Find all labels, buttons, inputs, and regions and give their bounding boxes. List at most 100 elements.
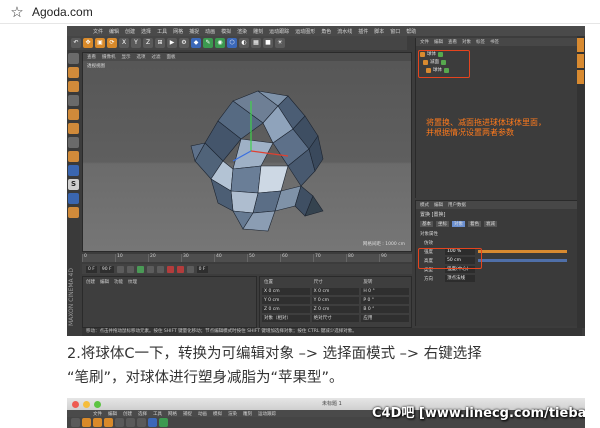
star-icon[interactable]: ☆: [8, 3, 26, 21]
menu-item[interactable]: 渲染: [237, 28, 247, 35]
menu-item[interactable]: 模拟: [213, 411, 222, 417]
menu-item[interactable]: 捕捉: [183, 411, 192, 417]
viewport-menu-item[interactable]: 摄像机: [102, 54, 116, 60]
object-manager-menu: 文件 编辑 查看 对象 标签 书签: [416, 38, 577, 46]
menu-item[interactable]: 运动跟踪: [258, 411, 276, 417]
menu-item[interactable]: 插件: [358, 28, 368, 35]
material-menu-item[interactable]: 编辑: [100, 279, 109, 285]
coord-field[interactable]: P 0 °: [361, 297, 410, 304]
menu-item[interactable]: 渲染: [228, 411, 237, 417]
watermark: C4D吧 [www.linecg.com/tieba/1799]: [372, 406, 585, 421]
c4d-screenshot-2: 未标题 1 文件 编辑 创建 选择 工具 网格 捕捉 动画 模拟 渲染 雕刻 运动跟踪 C4D吧 [w…: [67, 398, 585, 428]
attribute-tab[interactable]: 衰减: [484, 221, 497, 227]
menu-item[interactable]: 选择: [138, 411, 147, 417]
attribute-tab[interactable]: 坐标: [436, 221, 449, 227]
menu-item[interactable]: 捕捉: [189, 28, 199, 35]
array-icon: ⬡: [227, 38, 237, 48]
object-menu-item[interactable]: 标签: [476, 39, 485, 45]
coord-system-icon: ⊞: [155, 38, 165, 48]
coord-field[interactable]: X 0 cm: [311, 288, 360, 295]
menu-item[interactable]: 窗口: [390, 28, 400, 35]
coord-size-mode-select[interactable]: 绝对尺寸: [311, 315, 360, 322]
object-menu-item[interactable]: 查看: [448, 39, 457, 45]
menu-item[interactable]: 模拟: [221, 28, 231, 35]
frame-start-field[interactable]: 0 F: [86, 265, 97, 273]
rotate-tool-icon: [104, 418, 113, 427]
menu-item[interactable]: 文件: [93, 28, 103, 35]
coord-field[interactable]: H 0 °: [361, 288, 410, 295]
menu-item[interactable]: 网格: [173, 28, 183, 35]
menu-item[interactable]: 编辑: [108, 411, 117, 417]
menu-item[interactable]: 文件: [93, 411, 102, 417]
coord-row: Y 0 cm Y 0 cm P 0 °: [262, 297, 410, 304]
objects-tab[interactable]: [577, 38, 584, 52]
apply-button[interactable]: 应用: [361, 315, 410, 322]
material-menu-item[interactable]: 功能: [114, 279, 123, 285]
menu-item[interactable]: 工具: [153, 411, 162, 417]
material-menu-item[interactable]: 创建: [86, 279, 95, 285]
attribute-menu-item[interactable]: 编辑: [434, 202, 443, 208]
attribute-tab[interactable]: 对象: [452, 221, 465, 227]
viewport-menu-item[interactable]: 面板: [167, 54, 176, 60]
first-frame-icon[interactable]: [116, 265, 124, 273]
menu-item[interactable]: 雕刻: [253, 28, 263, 35]
param-slider[interactable]: [478, 259, 567, 262]
coord-mode-row: 对象（相对） 绝对尺寸 应用: [262, 315, 410, 322]
record-icon[interactable]: [166, 265, 174, 273]
c4d-viewport: 查看 摄像机 显示 选项 过滤 面板 透视视图 网格间距: 1000 cm: [82, 52, 412, 252]
menu-item[interactable]: 动画: [205, 28, 215, 35]
object-menu-item[interactable]: 对象: [462, 39, 471, 45]
menu-item[interactable]: 运动图形: [295, 28, 315, 35]
menu-item[interactable]: 工具: [157, 28, 167, 35]
object-highlight-box: [418, 50, 470, 78]
coord-header-size: 尺寸: [313, 280, 323, 285]
menu-item[interactable]: 创建: [123, 411, 132, 417]
material-menu-item[interactable]: 纹理: [128, 279, 137, 285]
coord-field[interactable]: Y 0 cm: [311, 297, 360, 304]
object-menu-item[interactable]: 编辑: [434, 39, 443, 45]
coord-field[interactable]: X 0 cm: [262, 288, 310, 295]
axis-y-icon: [126, 418, 135, 427]
object-menu-item[interactable]: 文件: [420, 39, 429, 45]
keyframe-icon[interactable]: [186, 265, 194, 273]
content-browser-tab[interactable]: [577, 54, 584, 68]
coord-field[interactable]: B 0 °: [361, 306, 410, 313]
coord-field[interactable]: Z 0 cm: [311, 306, 360, 313]
last-frame-icon[interactable]: [156, 265, 164, 273]
c4d-timeline[interactable]: 0 10 20 30 40 50 60 70 80 90: [82, 254, 412, 262]
timeline-tick: 30: [181, 254, 214, 262]
viewport-menu-item[interactable]: 查看: [87, 54, 96, 60]
coord-field[interactable]: Y 0 cm: [262, 297, 310, 304]
menu-item[interactable]: 动画: [198, 411, 207, 417]
menu-item[interactable]: 流水线: [337, 28, 352, 35]
viewport-menu-item[interactable]: 显示: [122, 54, 131, 60]
attribute-tab[interactable]: 着色: [468, 221, 481, 227]
attribute-menu-item[interactable]: 用户数据: [448, 202, 466, 208]
menu-item[interactable]: 编辑: [109, 28, 119, 35]
menu-item[interactable]: 脚本: [374, 28, 384, 35]
frame-end-field[interactable]: 90 F: [99, 265, 114, 273]
menu-item[interactable]: 选择: [141, 28, 151, 35]
prev-frame-icon[interactable]: [126, 265, 134, 273]
object-menu-item[interactable]: 书签: [490, 39, 499, 45]
menu-item[interactable]: 帮助: [406, 28, 416, 35]
menu-item[interactable]: 创建: [125, 28, 135, 35]
viewport-menu-item[interactable]: 选项: [137, 54, 146, 60]
menu-item[interactable]: 运动跟踪: [269, 28, 289, 35]
attribute-tab[interactable]: 基本: [420, 221, 433, 227]
param-value-field[interactable]: 顶点法线: [445, 275, 475, 282]
param-slider[interactable]: [478, 250, 567, 253]
attribute-menu-item[interactable]: 模式: [420, 202, 429, 208]
menu-item[interactable]: 网格: [168, 411, 177, 417]
site-name[interactable]: Agoda.com: [32, 5, 93, 19]
coord-mode-select[interactable]: 对象（相对）: [262, 315, 310, 322]
viewport-menu-item[interactable]: 过滤: [152, 54, 161, 60]
coord-field[interactable]: Z 0 cm: [262, 306, 310, 313]
play-icon[interactable]: [136, 265, 144, 273]
autokey-icon[interactable]: [176, 265, 184, 273]
menu-item[interactable]: 雕刻: [243, 411, 252, 417]
frame-current-field[interactable]: 0 F: [196, 265, 208, 273]
next-frame-icon[interactable]: [146, 265, 154, 273]
menu-item[interactable]: 角色: [321, 28, 331, 35]
structure-tab[interactable]: [577, 70, 584, 84]
